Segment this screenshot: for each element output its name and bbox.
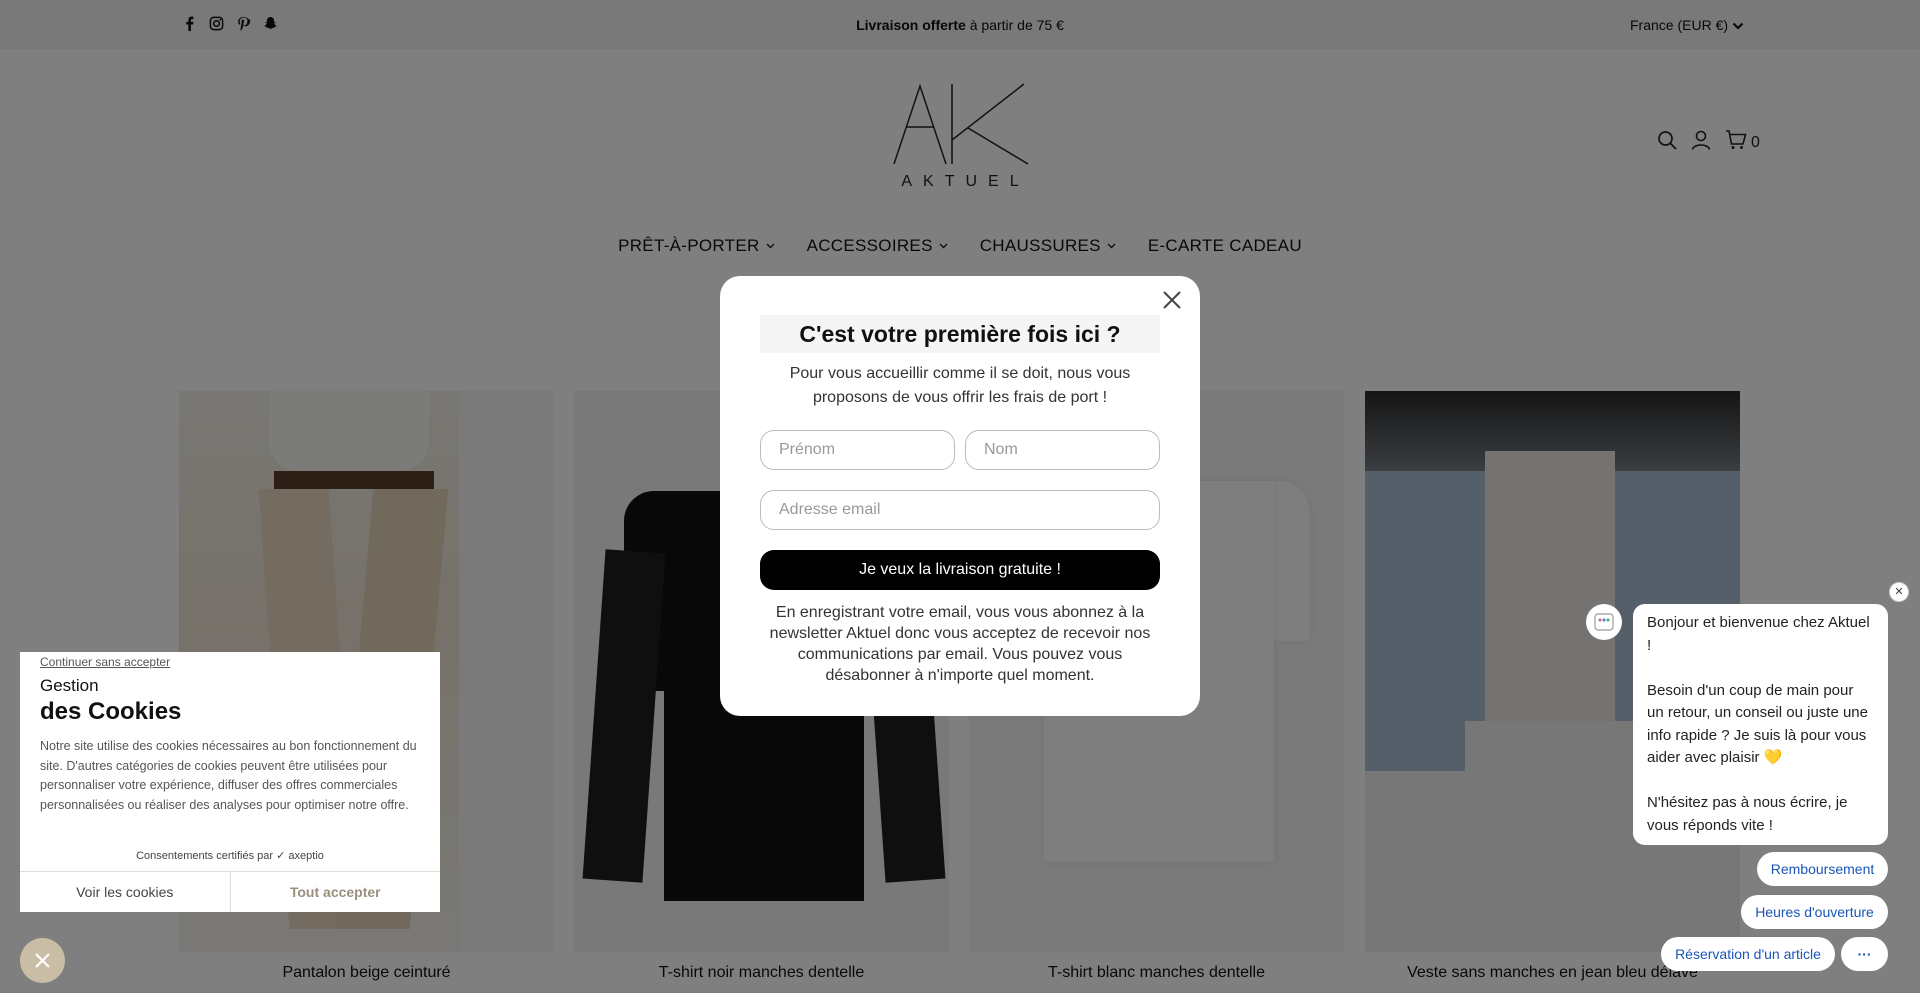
chat-chip-refund[interactable]: Remboursement (1757, 852, 1888, 886)
close-icon (35, 953, 50, 968)
chat-chip-opening-hours[interactable]: Heures d'ouverture (1741, 895, 1888, 929)
cookie-heading-large: des Cookies (40, 698, 182, 725)
chat-welcome-message: Bonjour et bienvenue chez Aktuel ! Besoi… (1633, 604, 1888, 845)
first-name-field[interactable]: Prénom (760, 430, 955, 470)
accept-all-cookies-button[interactable]: Tout accepter (231, 872, 441, 912)
cookie-certified-by: Consentements certifiés par ✓ axeptio (20, 849, 440, 862)
view-cookies-button[interactable]: Voir les cookies (20, 872, 231, 912)
cookie-toggle-button[interactable] (20, 938, 65, 983)
cookie-banner: Continuer sans accepter Gestion des Cook… (20, 652, 440, 912)
popup-title: C'est votre première fois ici ? (760, 315, 1160, 353)
chat-line: N'hésitez pas à nous écrire, je vous rép… (1647, 794, 1848, 834)
close-icon[interactable] (1161, 289, 1183, 311)
cookie-heading-small: Gestion (40, 676, 99, 695)
email-field[interactable]: Adresse email (760, 490, 1160, 530)
popup-subtitle: Pour vous accueillir comme il se doit, n… (789, 365, 1131, 406)
chat-close-icon[interactable]: ✕ (1889, 582, 1909, 602)
chat-line: Bonjour et bienvenue chez Aktuel ! (1647, 614, 1870, 654)
newsletter-popup: C'est votre première fois ici ? Pour vou… (720, 276, 1200, 716)
certified-brand: axeptio (288, 850, 324, 862)
popup-legal-text: En enregistrant votre email, vous vous a… (769, 604, 1151, 684)
cookie-actions: Voir les cookies Tout accepter (20, 871, 440, 912)
continue-without-accepting-link[interactable]: Continuer sans accepter (40, 655, 170, 669)
chat-chip-item-reservation[interactable]: Réservation d'un article (1661, 937, 1835, 971)
axeptio-logo-icon: ✓ (276, 850, 286, 862)
certified-text: Consentements certifiés par (136, 850, 274, 862)
cookie-description: Notre site utilise des cookies nécessair… (40, 739, 417, 812)
chat-chip-more-options[interactable]: ··· (1841, 937, 1888, 971)
free-shipping-submit-button[interactable]: Je veux la livraison gratuite ! (760, 550, 1160, 590)
chat-line: Besoin d'un coup de main pour un retour,… (1647, 681, 1868, 767)
last-name-field[interactable]: Nom (965, 430, 1160, 470)
chat-agent-avatar (1586, 604, 1622, 640)
